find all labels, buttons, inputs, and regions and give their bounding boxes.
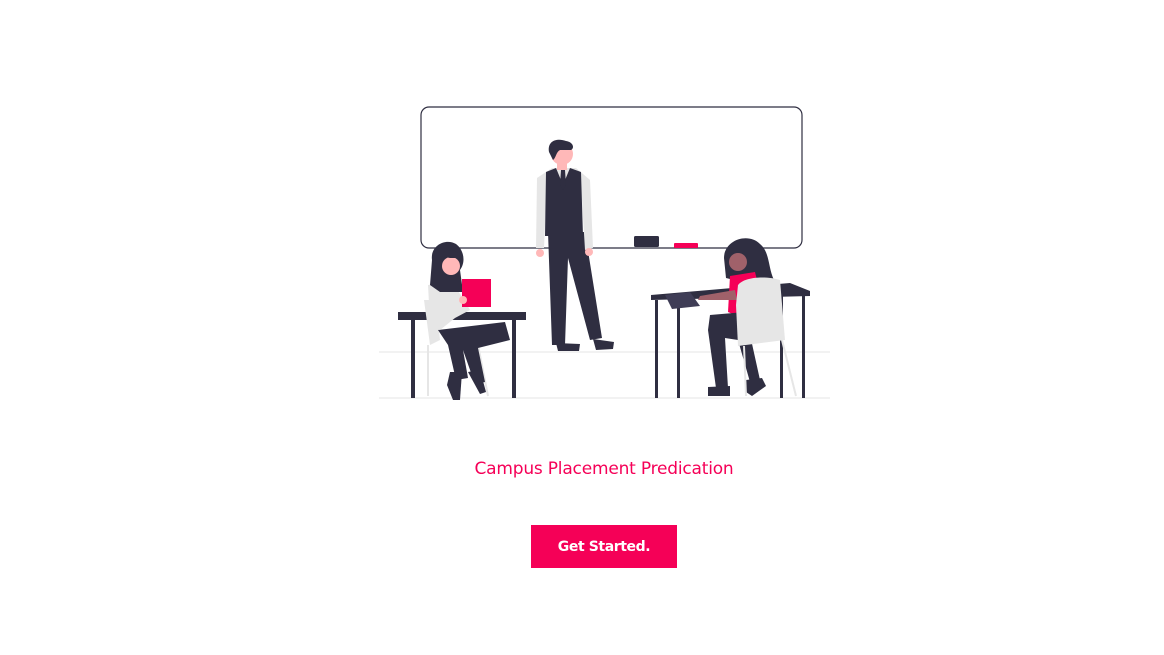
- page-title: Campus Placement Predication: [474, 459, 734, 479]
- get-started-button[interactable]: Get Started.: [531, 525, 677, 568]
- classroom-illustration: [370, 100, 840, 410]
- landing-page: Campus Placement Predication Get Started…: [0, 0, 1164, 655]
